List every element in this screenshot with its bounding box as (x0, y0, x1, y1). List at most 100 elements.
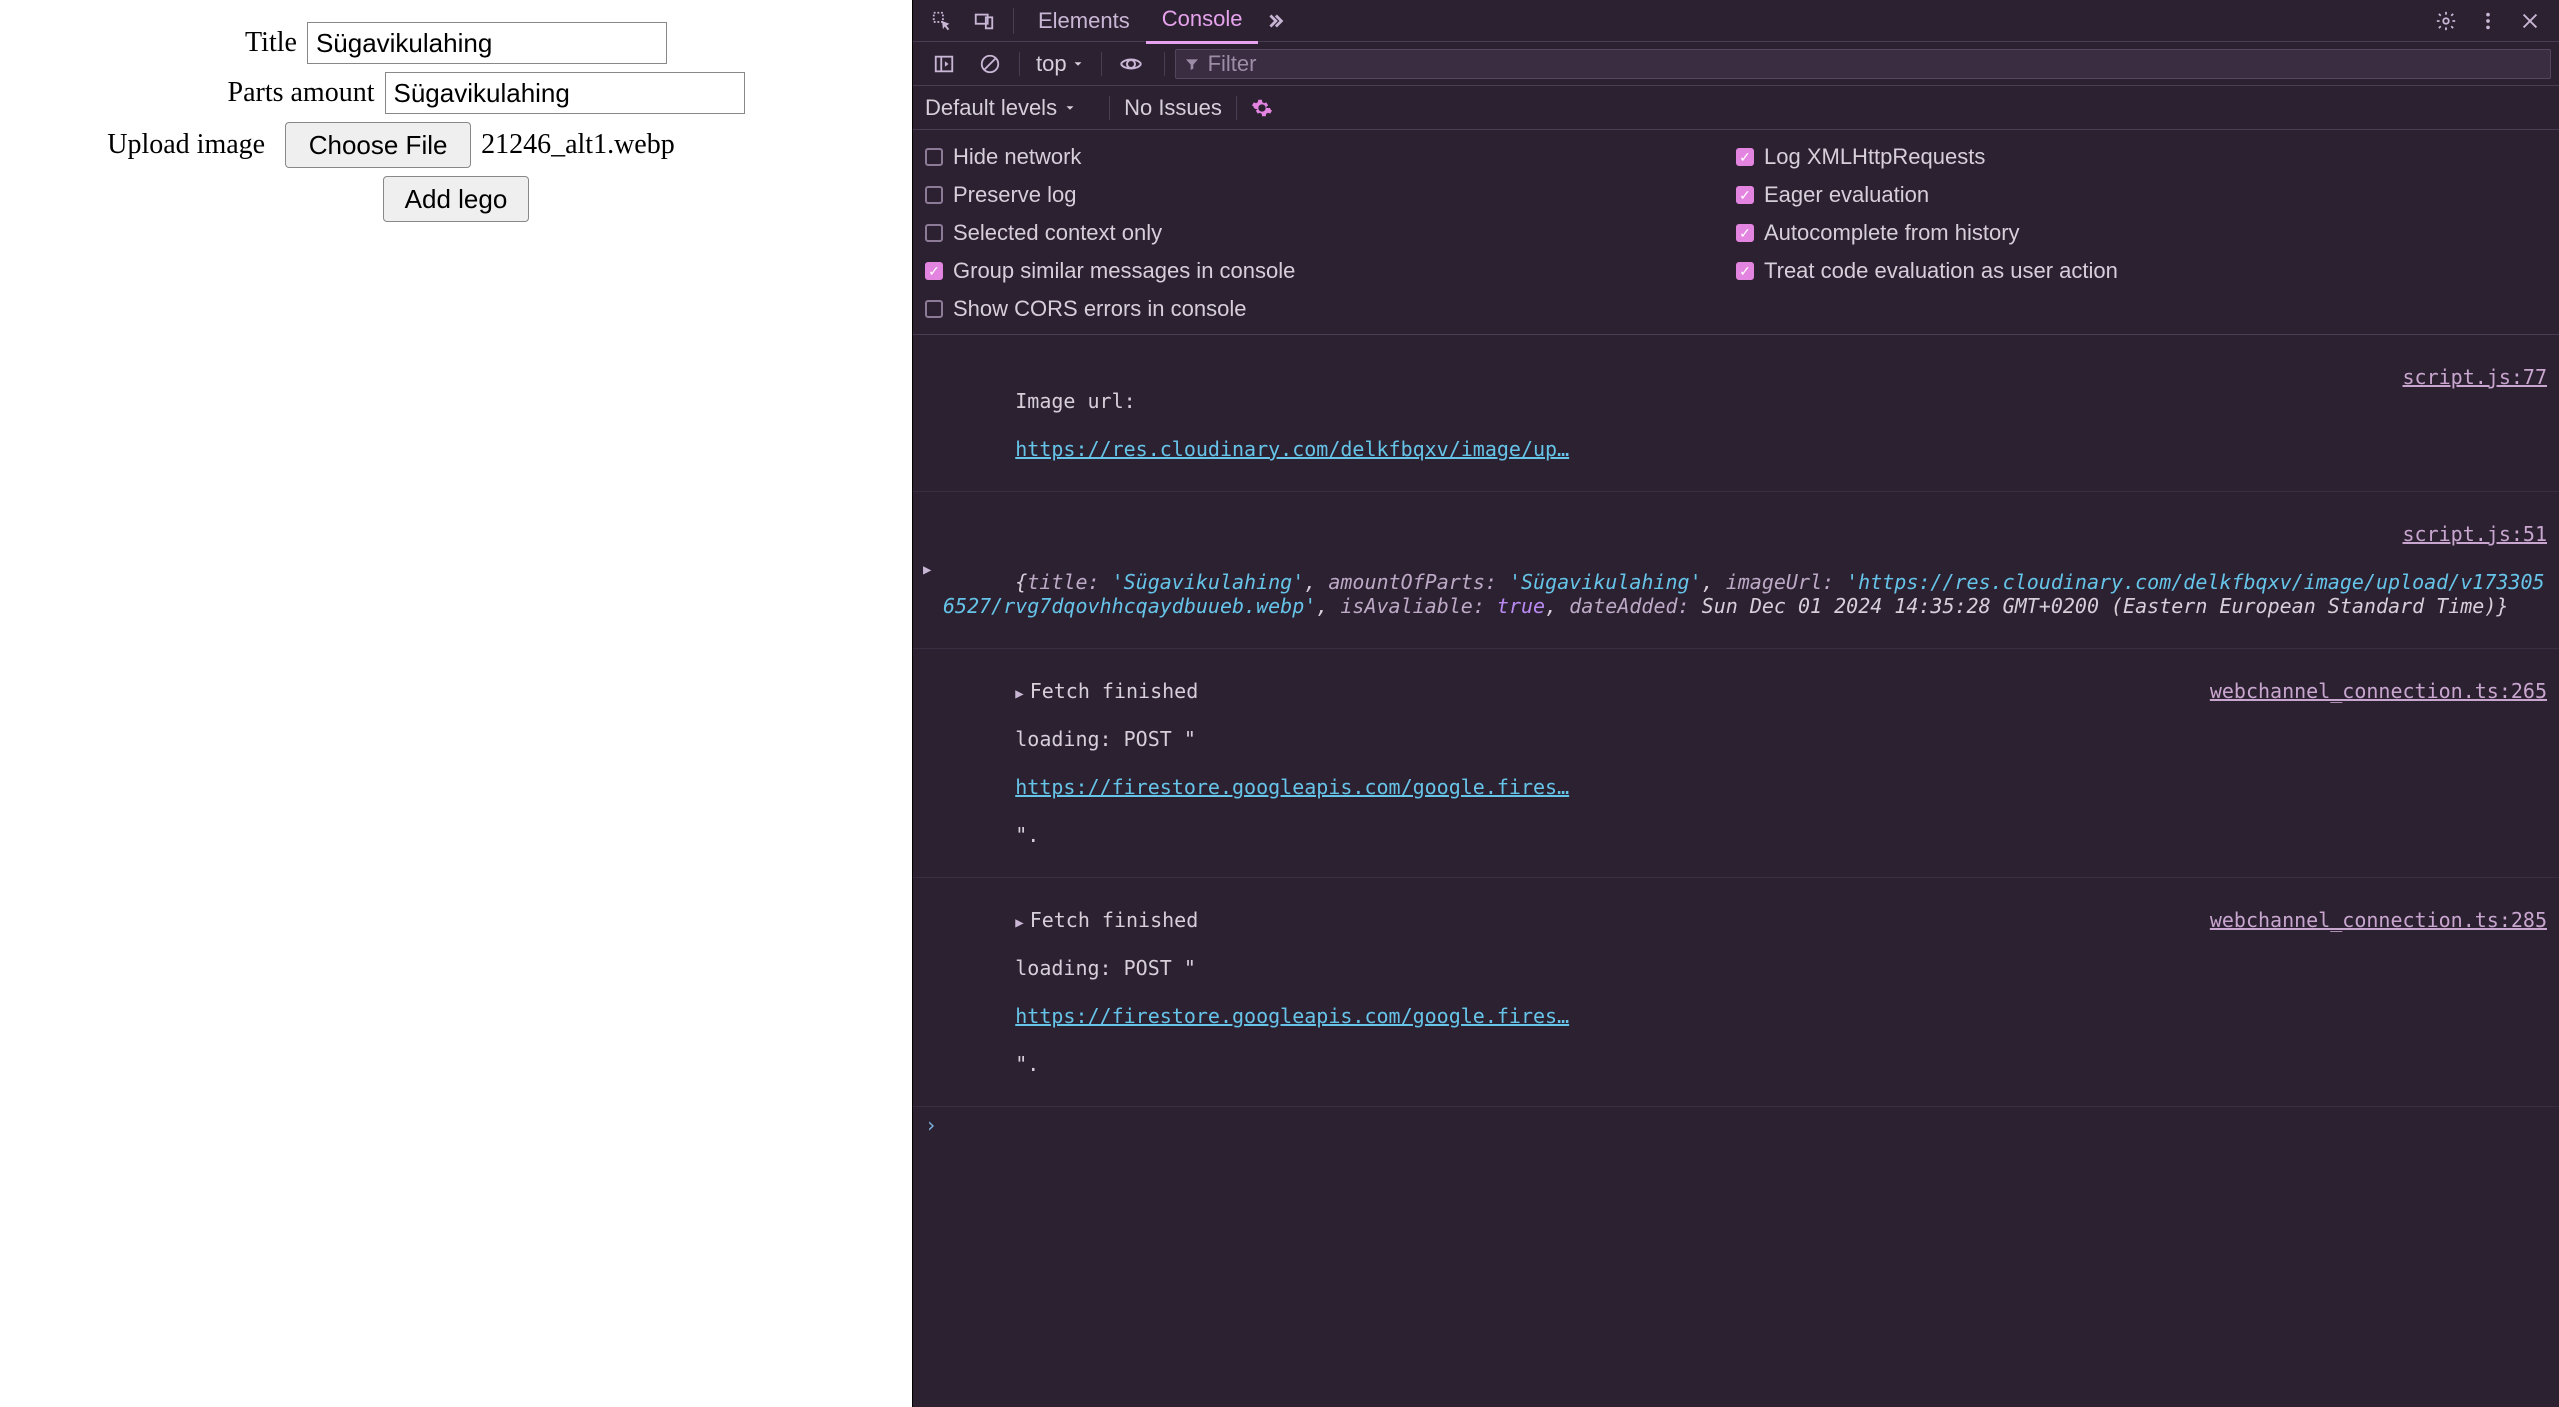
log-source-link[interactable]: webchannel_connection.ts:285 (2210, 908, 2547, 932)
setting-autocomplete-history[interactable]: ✓ Autocomplete from history (1736, 220, 2547, 246)
toolbar-separator (1013, 8, 1014, 34)
log-entry: ▶ Fetch finished webchannel_connection.ts… (913, 649, 2559, 878)
expand-icon[interactable]: ▶ (1015, 915, 1023, 931)
checkbox-icon: ✓ (925, 262, 943, 280)
context-selector-label: top (1036, 51, 1067, 77)
upload-label: Upload image (107, 129, 265, 161)
parts-input[interactable] (385, 72, 745, 114)
lego-form: Title Parts amount Upload image Choose F… (0, 18, 912, 222)
default-levels-dropdown[interactable]: Default levels (925, 95, 1077, 121)
log-text: Fetch finished (1030, 679, 1211, 703)
setting-label: Selected context only (953, 220, 1162, 246)
setting-label: Preserve log (953, 182, 1077, 208)
setting-label: Autocomplete from history (1764, 220, 2020, 246)
tab-console[interactable]: Console (1146, 0, 1259, 44)
log-source-link[interactable]: webchannel_connection.ts:265 (2210, 679, 2547, 703)
toolbar-separator (1101, 52, 1102, 76)
log-text: Fetch finished (1030, 908, 1211, 932)
filter-placeholder: Filter (1208, 51, 1257, 77)
expand-icon[interactable]: ▶ (923, 562, 931, 578)
checkbox-icon: ✓ (1736, 262, 1754, 280)
log-url-link[interactable]: https://firestore.googleapis.com/google.… (1015, 775, 1569, 799)
console-prompt[interactable]: › (913, 1107, 2559, 1143)
log-text: Image url: (1015, 389, 1147, 413)
issues-label[interactable]: No Issues (1124, 95, 1222, 121)
title-row: Title (245, 22, 667, 64)
more-tabs-icon[interactable] (1262, 8, 1288, 34)
toggle-sidebar-icon[interactable] (931, 51, 957, 77)
checkbox-icon (925, 224, 943, 242)
prompt-caret-icon: › (925, 1113, 937, 1137)
log-source-link[interactable]: script.js:77 (2403, 365, 2548, 389)
log-entry: ▶ Fetch finished webchannel_connection.ts… (913, 878, 2559, 1107)
setting-label: Treat code evaluation as user action (1764, 258, 2118, 284)
page-content: Title Parts amount Upload image Choose F… (0, 0, 912, 1407)
checkbox-icon: ✓ (1736, 224, 1754, 242)
setting-label: Hide network (953, 144, 1081, 170)
expand-icon[interactable]: ▶ (1015, 686, 1023, 702)
settings-icon[interactable] (2433, 8, 2459, 34)
log-text: ". (1015, 823, 1039, 847)
add-lego-button[interactable]: Add lego (383, 176, 529, 222)
title-input[interactable] (307, 22, 667, 64)
log-key: title: (1027, 570, 1099, 594)
filter-icon (1184, 56, 1200, 72)
log-value: 'Sügavikulahing' (1112, 570, 1305, 594)
checkbox-icon (925, 148, 943, 166)
log-text: loading: POST " (1015, 956, 1196, 980)
setting-label: Show CORS errors in console (953, 296, 1246, 322)
checkbox-icon: ✓ (1736, 186, 1754, 204)
log-url-link[interactable]: https://firestore.googleapis.com/google.… (1015, 1004, 1569, 1028)
log-entry: script.js:77 Image url: https://res.clou… (913, 335, 2559, 492)
setting-eager-evaluation[interactable]: ✓ Eager evaluation (1736, 182, 2547, 208)
console-settings-icon[interactable] (1251, 97, 1273, 119)
log-key: dateAdded: (1569, 594, 1689, 618)
checkbox-icon: ✓ (1736, 148, 1754, 166)
toolbar-separator (1164, 52, 1165, 76)
context-selector[interactable]: top (1036, 51, 1085, 77)
log-text: ". (1015, 1052, 1039, 1076)
setting-hide-network[interactable]: Hide network (925, 144, 1736, 170)
close-devtools-icon[interactable] (2517, 8, 2543, 34)
setting-log-xhr[interactable]: ✓ Log XMLHttpRequests (1736, 144, 2547, 170)
tab-elements[interactable]: Elements (1022, 0, 1146, 43)
log-text: loading: POST " (1015, 727, 1196, 751)
file-input: Choose File 21246_alt1.webp (285, 122, 675, 168)
setting-group-similar[interactable]: ✓ Group similar messages in console (925, 258, 1736, 284)
setting-show-cors[interactable]: Show CORS errors in console (925, 296, 1736, 322)
parts-row: Parts amount (228, 72, 745, 114)
setting-treat-user-action[interactable]: ✓ Treat code evaluation as user action (1736, 258, 2547, 284)
devtools-toolbar: Elements Console (913, 0, 2559, 42)
console-settings-grid: Hide network ✓ Log XMLHttpRequests Prese… (913, 130, 2559, 335)
log-key: amountOfParts: (1328, 570, 1497, 594)
log-value: true (1497, 594, 1545, 618)
log-text: { (1015, 570, 1027, 594)
console-toolbar: top Filter (913, 42, 2559, 86)
inspect-element-icon[interactable] (929, 8, 955, 34)
setting-preserve-log[interactable]: Preserve log (925, 182, 1736, 208)
filter-input[interactable]: Filter (1175, 49, 2551, 79)
choose-file-button[interactable]: Choose File (285, 122, 471, 168)
toolbar-separator (1019, 52, 1020, 76)
console-levels-row: Default levels No Issues (913, 86, 2559, 130)
log-key: imageUrl: (1726, 570, 1834, 594)
live-expression-icon[interactable] (1118, 51, 1144, 77)
kebab-menu-icon[interactable] (2475, 8, 2501, 34)
log-text: } (2496, 594, 2508, 618)
device-toolbar-icon[interactable] (971, 8, 997, 34)
log-value: 'Sügavikulahing' (1509, 570, 1702, 594)
log-source-link[interactable]: script.js:51 (2403, 522, 2548, 546)
setting-selected-context[interactable]: Selected context only (925, 220, 1736, 246)
title-label: Title (245, 27, 297, 59)
parts-label: Parts amount (228, 77, 375, 109)
clear-console-icon[interactable] (977, 51, 1003, 77)
upload-row: Upload image Choose File 21246_alt1.webp (107, 122, 674, 168)
devtools-panel: Elements Console top (912, 0, 2559, 1407)
log-entry: script.js:51 ▶ {title: 'Sügavikulahing',… (913, 492, 2559, 649)
log-key: isAvaliable: (1340, 594, 1485, 618)
console-log-body[interactable]: script.js:77 Image url: https://res.clou… (913, 335, 2559, 1407)
setting-label: Eager evaluation (1764, 182, 1929, 208)
log-url-link[interactable]: https://res.cloudinary.com/delkfbqxv/ima… (1015, 437, 1569, 461)
checkbox-icon (925, 300, 943, 318)
log-value: Sun Dec 01 2024 14:35:28 GMT+0200 (Easte… (1702, 594, 2497, 618)
